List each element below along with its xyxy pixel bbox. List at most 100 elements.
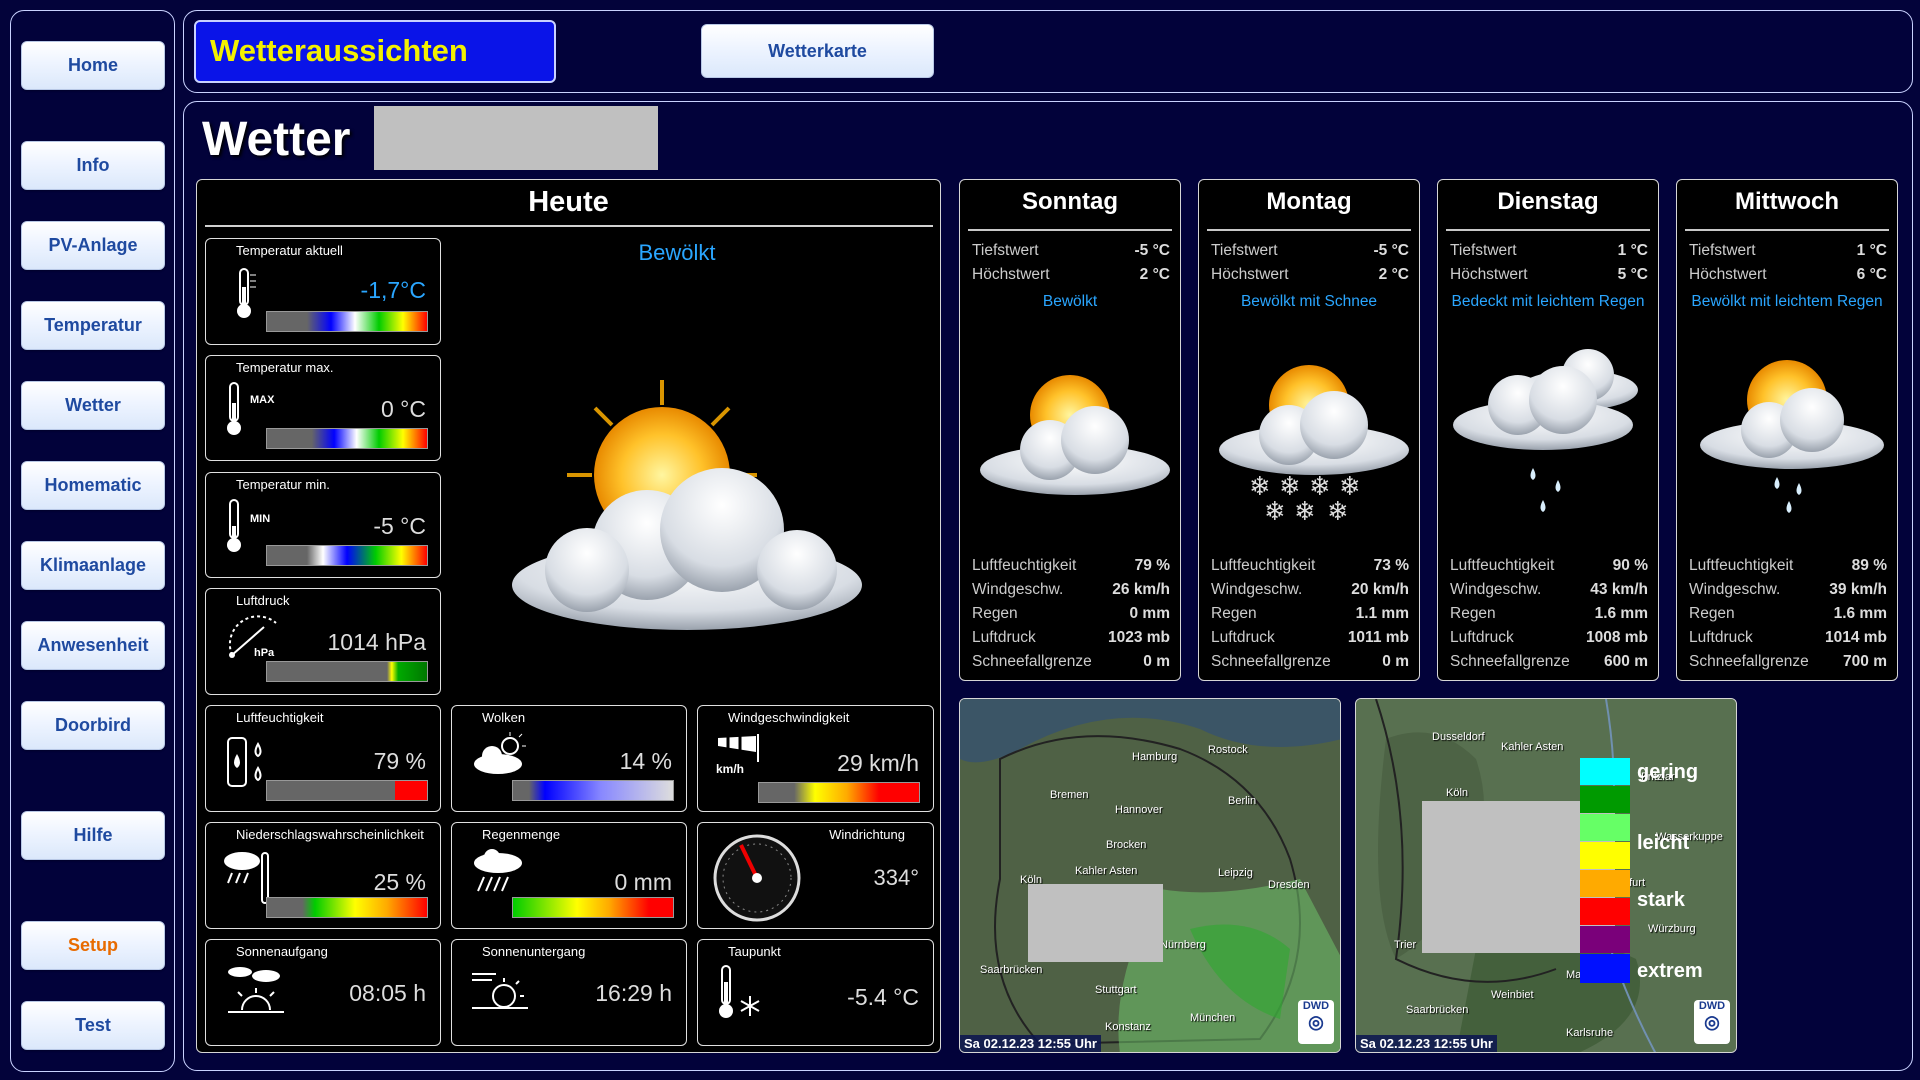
tile-wind-direction: Windrichtung 334°	[697, 822, 934, 929]
tile-dewpoint: Taupunkt -5.4 °C	[697, 939, 934, 1046]
forecast-card-mittwoch: Mittwoch Tiefstwert 1 °C Höchstwert 6 °C B…	[1676, 179, 1898, 681]
tile-label: Wolken	[482, 710, 526, 725]
nav-klimaanlage-button[interactable]: Klimaanlage	[21, 541, 165, 590]
divider	[1207, 229, 1411, 231]
tile-value: 0 mm	[614, 869, 673, 895]
city-label: Kahler Asten	[1075, 865, 1138, 877]
humidity-bar	[266, 780, 428, 801]
svg-text:❄: ❄	[1294, 497, 1316, 520]
city-label: Bremen	[1050, 789, 1089, 801]
nav-info-button[interactable]: Info	[21, 141, 165, 190]
tile-label: Sonnenaufgang	[236, 944, 328, 959]
nav-hilfe-button[interactable]: Hilfe	[21, 811, 165, 860]
legend-label: extrem	[1637, 960, 1703, 982]
city-label: Berlin	[1228, 795, 1257, 807]
tile-wind-speed: Windgeschwindigkeit km/h 29 km/h	[697, 705, 934, 812]
sun-cloud-icon	[512, 380, 862, 630]
nav-anwesenheit-button[interactable]: Anwesenheit	[21, 621, 165, 670]
tile-rain: Regenmenge 0 mm	[451, 822, 687, 929]
svg-text:❄: ❄	[1327, 497, 1349, 520]
city-label: Saarbrücken	[980, 964, 1043, 976]
radar-map-region[interactable]: Dusseldorf Kahler Asten Köln Fritzlar Wa…	[1355, 698, 1737, 1053]
divider	[205, 225, 933, 227]
forecast-card-montag: Montag Tiefstwert -5 °C Höchstwert 2 °C Be…	[1198, 179, 1420, 681]
nav-test-button[interactable]: Test	[21, 1001, 165, 1050]
radar-map-germany[interactable]: Rostock Hamburg Bremen Berlin Hannover B…	[959, 698, 1341, 1053]
map-timestamp: Sa 02.12.23 12:55 Uhr	[1356, 1035, 1497, 1052]
thermometer-min-icon	[227, 499, 241, 552]
redacted-box	[1028, 884, 1163, 962]
tile-temp-max: Temperatur max. MAX 0 °C	[205, 355, 441, 461]
tile-value: 0 °C	[381, 396, 426, 422]
tile-value: -1,7°C	[360, 277, 426, 303]
sidebar: Home Info PV-Anlage Temperatur Wetter Ho…	[10, 10, 175, 1072]
row-pressure: Luftdruck 1011 mb	[1211, 629, 1409, 646]
temperature-bar	[266, 545, 428, 566]
city-label: Dresden	[1268, 879, 1310, 891]
nav-temperatur-button[interactable]: Temperatur	[21, 301, 165, 350]
row-snow: Schneefallgrenze 600 m	[1450, 653, 1648, 670]
cloud-rain-icon	[1453, 349, 1638, 512]
row-snow: Schneefallgrenze 0 m	[1211, 653, 1409, 670]
nav-setup-button[interactable]: Setup	[21, 921, 165, 970]
legend-swatch	[1580, 758, 1630, 785]
legend-label: stark	[1637, 889, 1685, 911]
city-label: Hannover	[1115, 804, 1163, 816]
row-rain: Regen 1.6 mm	[1689, 605, 1887, 622]
row-min: Tiefstwert -5 °C	[972, 242, 1170, 259]
row-max: Höchstwert 5 °C	[1450, 266, 1648, 283]
row-rain: Regen 1.1 mm	[1211, 605, 1409, 622]
rain-icon	[474, 849, 522, 892]
card-condition: Bedeckt mit leichtem Regen	[1451, 293, 1645, 310]
row-snow: Schneefallgrenze 0 m	[972, 653, 1170, 670]
weather-heading: Wetter	[202, 113, 351, 166]
nav-doorbird-button[interactable]: Doorbird	[21, 701, 165, 750]
nav-wetter-button[interactable]: Wetter	[21, 381, 165, 430]
city-label: Dusseldorf	[1432, 731, 1485, 743]
sunset-icon	[472, 973, 528, 1009]
kmh-icon-text: km/h	[716, 762, 745, 776]
city-label: Hamburg	[1132, 751, 1178, 763]
nav-pv-anlage-button[interactable]: PV-Anlage	[21, 221, 165, 270]
legend-swatch	[1580, 954, 1630, 983]
sun-cloud-rain-icon	[1700, 360, 1884, 513]
city-label: Saarbrücken	[1406, 1004, 1469, 1016]
tile-label: Temperatur max.	[236, 360, 334, 375]
tile-temp-min: Temperatur min. MIN -5 °C	[205, 472, 441, 578]
row-snow: Schneefallgrenze 700 m	[1689, 653, 1887, 670]
city-label: Köln	[1446, 787, 1469, 799]
cloud-sun-icon	[474, 732, 526, 774]
svg-text:❄: ❄	[1264, 497, 1286, 520]
tile-value: 79 %	[373, 748, 426, 774]
tile-sunset: Sonnenuntergang 16:29 h	[451, 939, 687, 1046]
legend-swatch	[1580, 814, 1630, 841]
weather-map-button[interactable]: Wetterkarte	[701, 24, 934, 78]
clouds-bar	[512, 780, 674, 801]
forecast-card-dienstag: Dienstag Tiefstwert 1 °C Höchstwert 5 °C B…	[1437, 179, 1659, 681]
row-wind: Windgeschw. 20 km/h	[1211, 581, 1409, 598]
row-wind: Windgeschw. 39 km/h	[1689, 581, 1887, 598]
precip-bar	[266, 897, 428, 918]
divider	[1685, 229, 1889, 231]
nav-homematic-button[interactable]: Homematic	[21, 461, 165, 510]
today-title: Heute	[528, 186, 609, 218]
city-label: Würzburg	[1648, 923, 1696, 935]
compass-icon	[713, 834, 801, 922]
tile-label: Windgeschwindigkeit	[728, 710, 850, 725]
redacted-box	[374, 106, 658, 170]
tile-label: Regenmenge	[482, 827, 561, 842]
tile-temp-now: Temperatur aktuell -1,7°C	[205, 238, 441, 345]
legend-swatch	[1580, 786, 1630, 813]
row-humidity: Luftfeuchtigkeit 73 %	[1211, 557, 1409, 574]
row-humidity: Luftfeuchtigkeit 90 %	[1450, 557, 1648, 574]
tile-label: Taupunkt	[728, 944, 781, 959]
nav-home-button[interactable]: Home	[21, 41, 165, 90]
pressure-bar	[266, 661, 428, 682]
main-panel: Wetter Heute Bewölkt Temperatur aktuell …	[183, 101, 1913, 1071]
row-humidity: Luftfeuchtigkeit 79 %	[972, 557, 1170, 574]
tile-label: Luftdruck	[236, 593, 290, 608]
divider	[968, 229, 1172, 231]
card-condition: Bewölkt mit Schnee	[1240, 293, 1378, 310]
city-label: Weinbiet	[1491, 989, 1534, 1001]
dwd-logo: DWD ◎	[1694, 1000, 1730, 1044]
